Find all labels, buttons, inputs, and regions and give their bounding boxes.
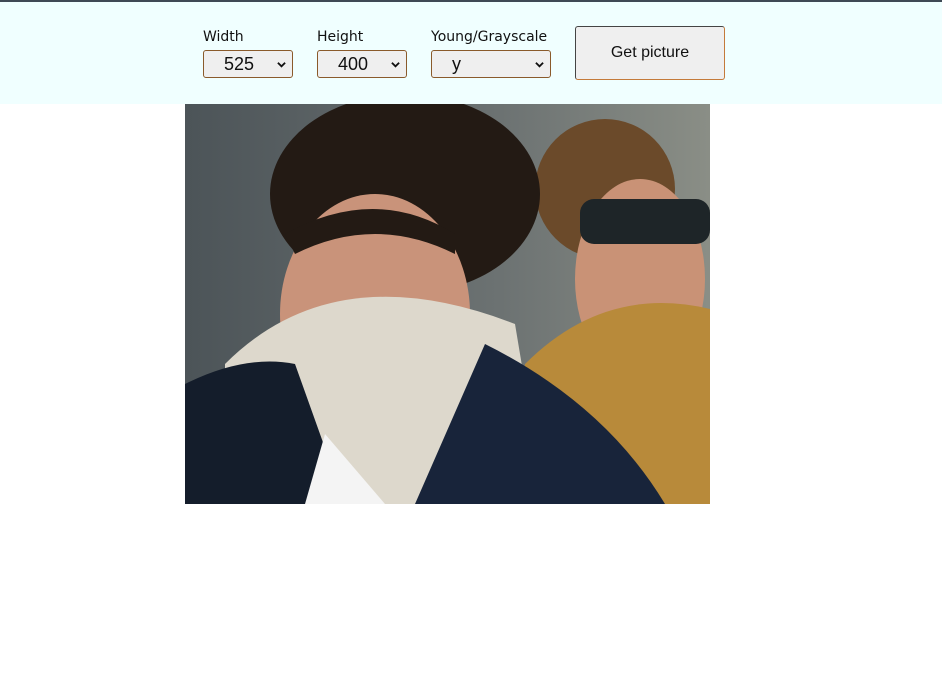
height-field: Height 400	[317, 28, 407, 78]
placeholder-photo	[185, 104, 710, 504]
height-select-value: 400	[338, 54, 369, 74]
young-grayscale-select[interactable]: y	[431, 50, 551, 78]
young-grayscale-select-value: y	[452, 54, 461, 74]
width-select[interactable]: 525	[203, 50, 293, 78]
height-label: Height	[317, 29, 364, 45]
width-select-value: 525	[224, 54, 255, 74]
young-grayscale-label: Young/Grayscale	[431, 29, 548, 45]
chevron-down-icon	[535, 62, 544, 68]
portrait-photo-icon	[185, 104, 710, 504]
chevron-down-icon	[277, 62, 286, 68]
picture-options-toolbar: Width 525 Height 400 Young/Grayscale y G…	[0, 2, 942, 104]
width-field: Width 525	[203, 28, 293, 78]
chevron-down-icon	[391, 62, 400, 68]
height-select[interactable]: 400	[317, 50, 407, 78]
get-picture-button[interactable]: Get picture	[575, 26, 725, 80]
width-label: Width	[203, 29, 244, 45]
young-grayscale-field: Young/Grayscale y	[431, 28, 551, 78]
